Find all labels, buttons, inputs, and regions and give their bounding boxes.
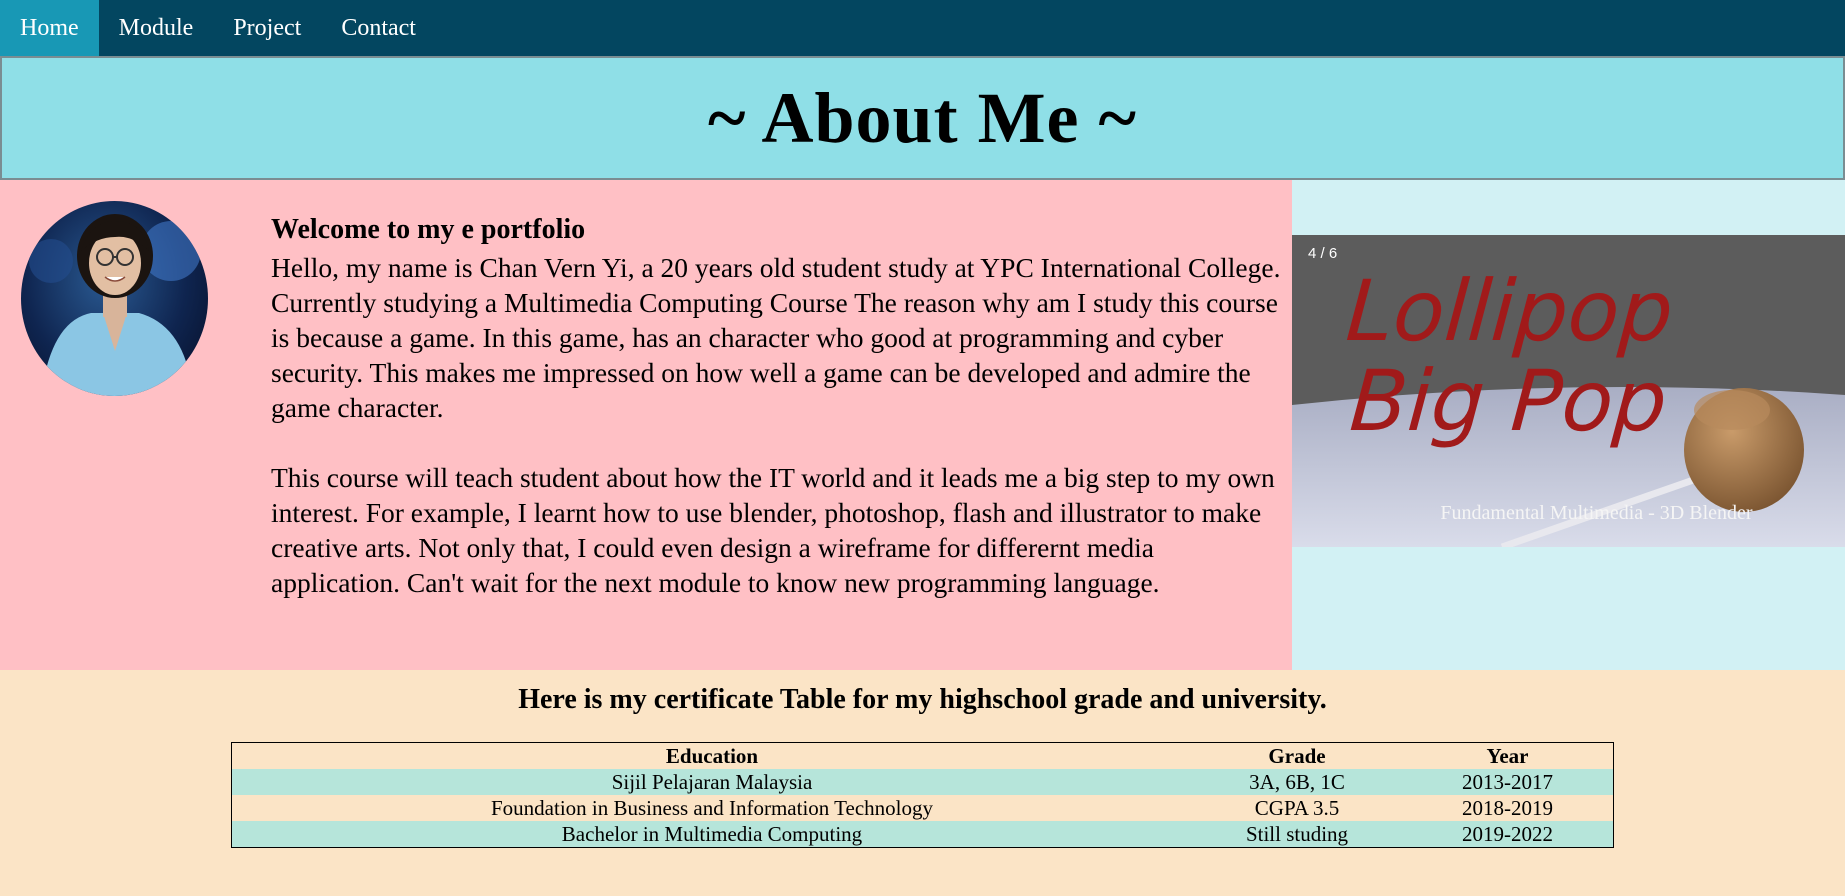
slide-counter: 4 / 6 [1308,245,1338,262]
certificate-table: Education Grade Year Sijil Pelajaran Mal… [231,742,1614,848]
about-paragraph-1: Hello, my name is Chan Vern Yi, a 20 yea… [271,252,1281,423]
welcome-heading: Welcome to my e portfolio [271,214,586,245]
slideshow-slide[interactable]: Lollipop Big Pop 4 / 6 Fundamental Multi… [1292,235,1845,547]
table-row: Sijil Pelajaran Malaysia 3A, 6B, 1C 2013… [231,769,1614,795]
about-panel: Welcome to my e portfolio Hello, my name… [0,180,1292,670]
column-header-year: Year [1486,743,1529,768]
education-cell: Bachelor in Multimedia Computing [561,821,863,846]
education-cell: Foundation in Business and Information T… [490,795,933,820]
column-header-education: Education [665,743,759,768]
grade-cell: Still studing [1245,821,1349,846]
certificate-section: Here is my certificate Table for my high… [0,670,1845,848]
grade-cell: CGPA 3.5 [1254,795,1340,820]
year-cell: 2019-2022 [1462,821,1553,846]
nav-home-link[interactable]: Home [0,0,99,56]
nav-module-link[interactable]: Module [99,0,214,56]
nav-project-link[interactable]: Project [213,0,321,56]
column-header-grade: Grade [1268,743,1326,768]
about-section: Welcome to my e portfolio Hello, my name… [0,180,1845,670]
slide-caption: Fundamental Multimedia - 3D Blender [1440,502,1753,524]
year-cell: 2018-2019 [1462,795,1553,820]
grade-cell: 3A, 6B, 1C [1249,769,1345,794]
certificate-heading: Here is my certificate Table for my high… [518,684,1327,715]
page-header: ~ About Me ~ [0,56,1845,180]
profile-photo [21,201,208,396]
year-cell: 2013-2017 [1462,769,1553,794]
top-navigation: Home Module Project Contact [0,0,1845,56]
table-header-row: Education Grade Year [232,743,1614,770]
about-text-block: Welcome to my e portfolio Hello, my name… [271,214,1281,635]
about-paragraph-2: This course will teach student about how… [271,462,1275,598]
page-title: ~ About Me ~ [708,77,1137,158]
table-row: Foundation in Business and Information T… [232,795,1614,821]
slide-text-lollipop: Lollipop [1343,262,1676,360]
lollipop-render-image: Lollipop Big Pop [1292,235,1845,547]
table-row: Bachelor in Multimedia Computing Still s… [231,821,1614,848]
nav-contact-link[interactable]: Contact [321,0,436,56]
education-cell: Sijil Pelajaran Malaysia [611,769,813,794]
slideshow-panel: Lollipop Big Pop 4 / 6 Fundamental Multi… [1292,180,1845,670]
slide-text-big-pop: Big Pop [1347,352,1670,450]
